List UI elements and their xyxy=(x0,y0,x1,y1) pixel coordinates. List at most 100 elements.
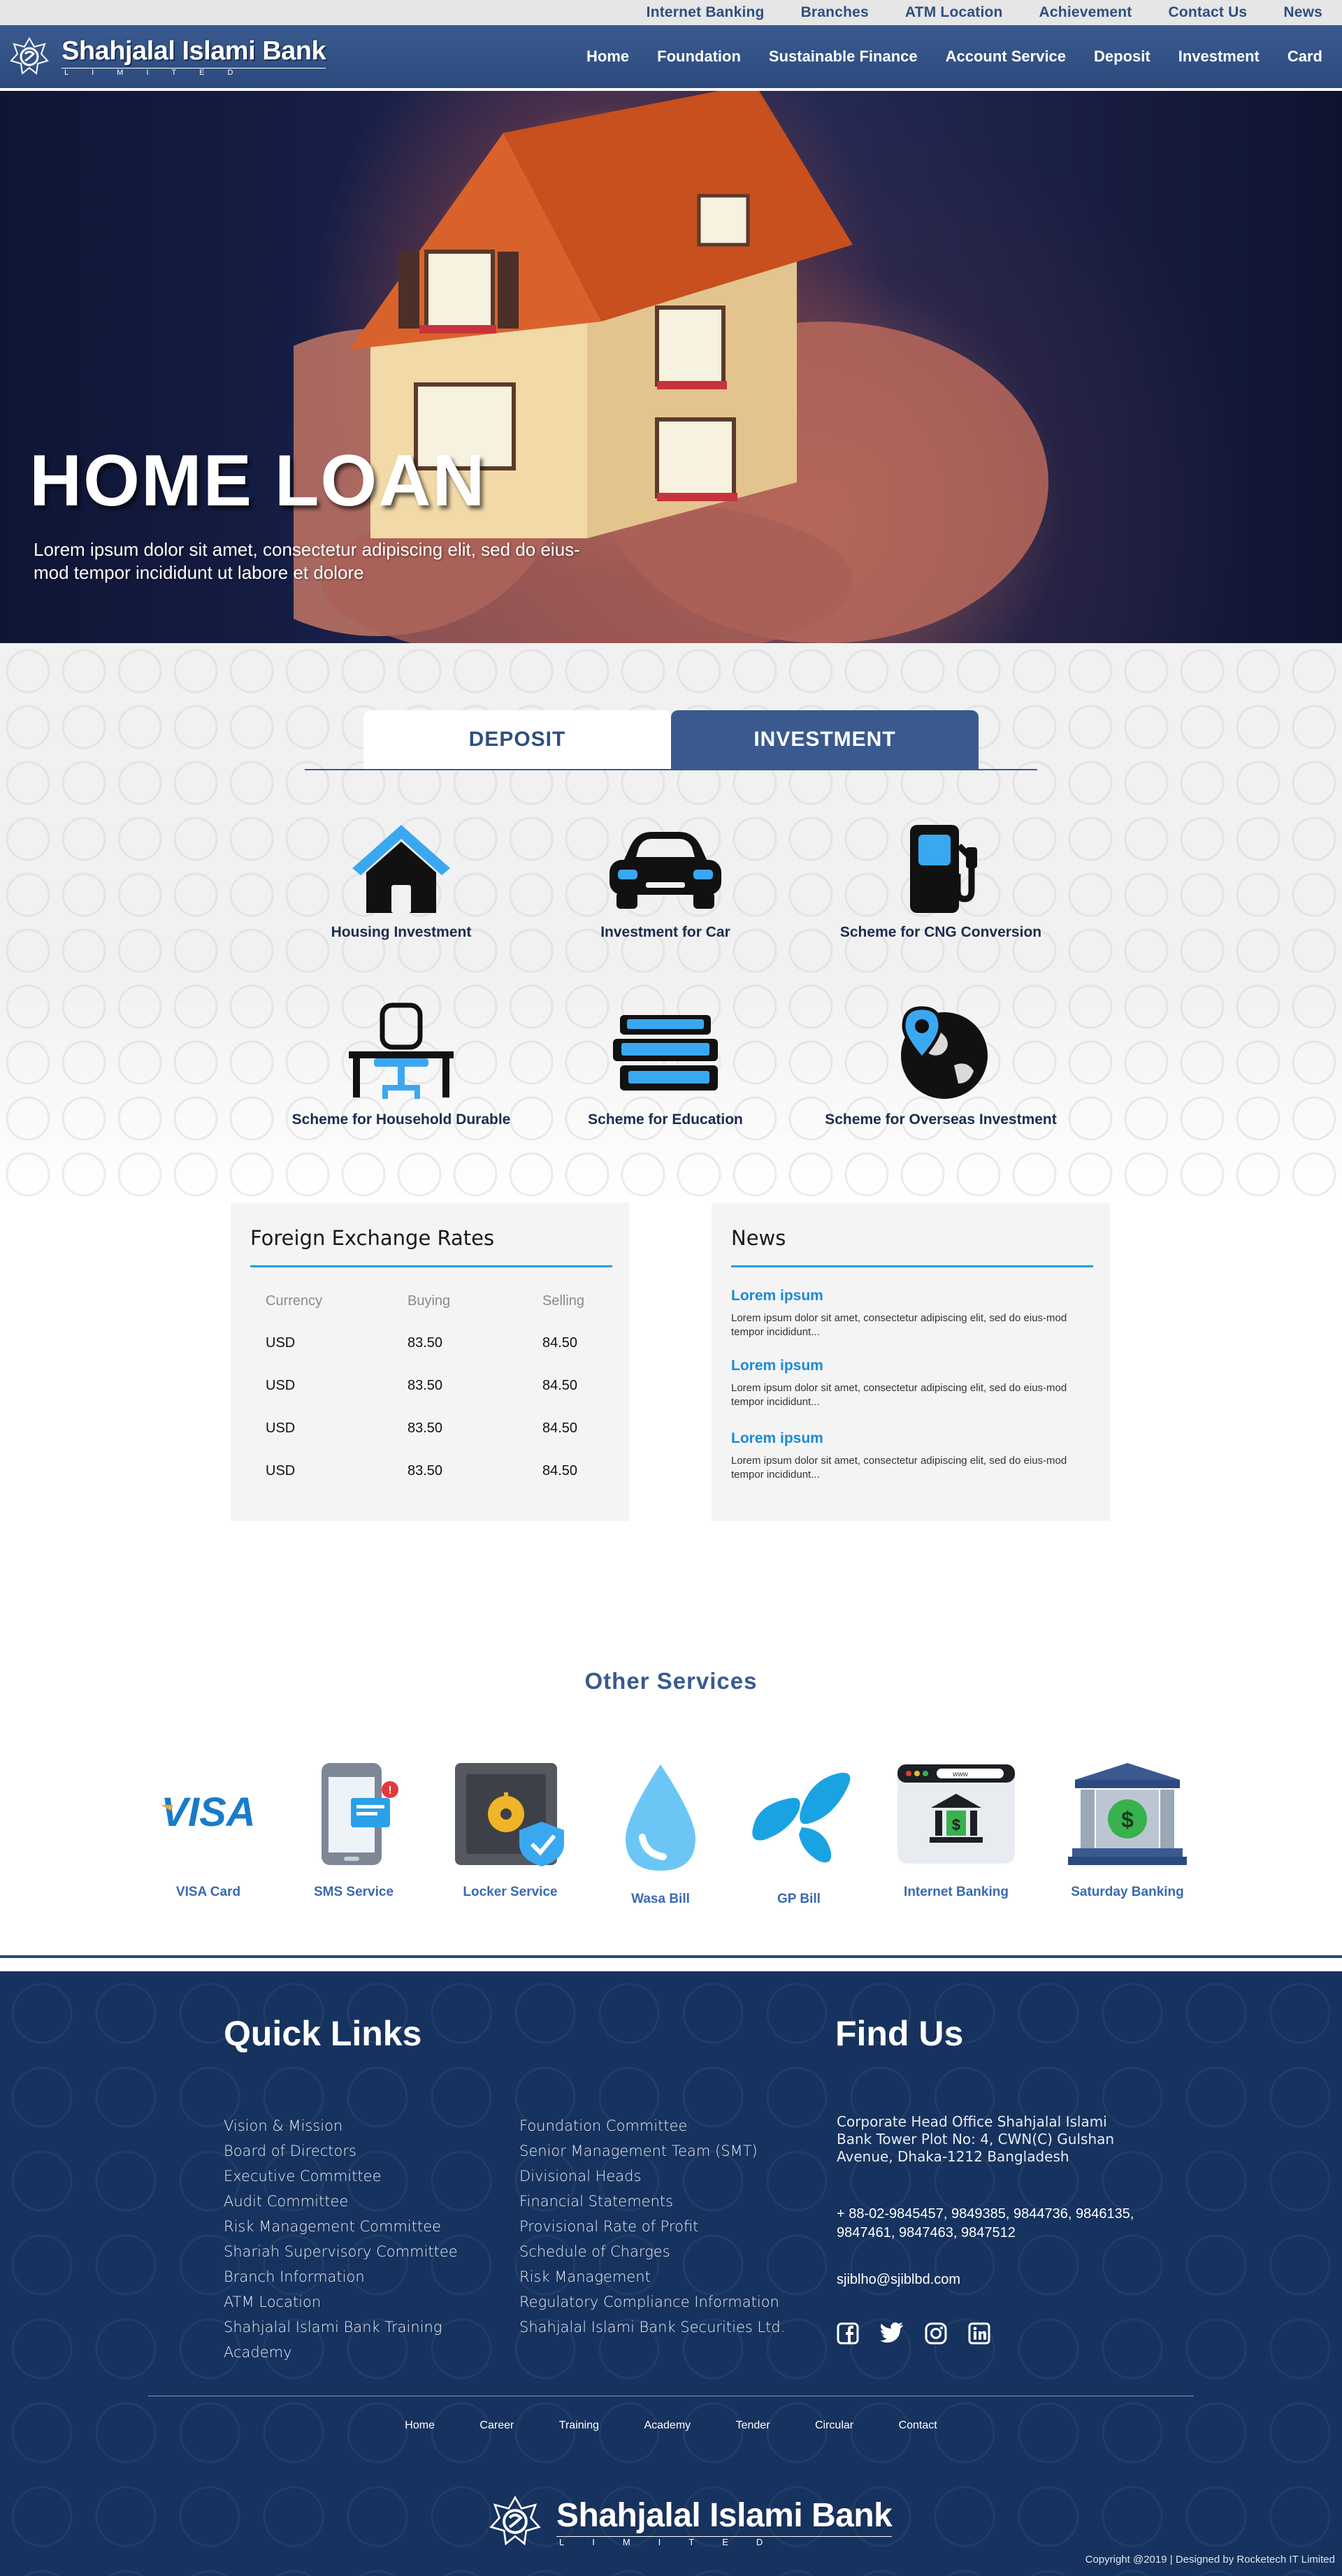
footer-link[interactable]: Senior Management Team (SMT) xyxy=(519,2138,785,2164)
topbar-link-contact-us[interactable]: Contact Us xyxy=(1168,4,1247,21)
rates-col-buying: Buying xyxy=(407,1293,451,1309)
footer-link[interactable]: ATM Location xyxy=(224,2289,458,2315)
investment-item-label: Scheme for Overseas Investment xyxy=(825,1111,1057,1128)
footer-link[interactable]: Foundation Committee xyxy=(519,2113,785,2138)
bank-logo[interactable]: Shahjalal Islami Bank LIMITED xyxy=(10,36,326,77)
safe-icon xyxy=(455,1763,564,1866)
main-header: Shahjalal Islami Bank LIMITED Home Found… xyxy=(0,25,1342,91)
topbar-link-atm-location[interactable]: ATM Location xyxy=(905,4,1003,21)
news-item-body: Lorem ipsum dolor sit amet, consectetur … xyxy=(731,1382,1067,1408)
footer-link[interactable]: Shahjalal Islami Bank Securities Ltd. xyxy=(519,2315,785,2340)
nav-investment[interactable]: Investment xyxy=(1178,48,1260,66)
footer-link[interactable]: Provisional Rate of Profit xyxy=(519,2214,785,2239)
nav-card[interactable]: Card xyxy=(1287,48,1322,66)
footer-link[interactable]: Audit Committee xyxy=(224,2189,458,2214)
rate-selling: 84.50 xyxy=(542,1463,578,1478)
footer-nav-home[interactable]: Home xyxy=(405,2419,435,2431)
investment-item-housing[interactable]: Housing Investment xyxy=(254,818,548,941)
rate-currency: USD xyxy=(266,1335,296,1351)
product-tabs: DEPOSIT INVESTMENT xyxy=(363,710,979,769)
footer-logo[interactable]: Shahjalal Islami Bank LIMITED xyxy=(489,2496,893,2547)
footer-link[interactable]: Regulatory Compliance Information xyxy=(519,2289,785,2315)
footer-nav-career[interactable]: Career xyxy=(479,2419,514,2431)
rate-buying: 83.50 xyxy=(407,1420,443,1436)
section-divider xyxy=(0,1955,1342,1958)
car-icon xyxy=(609,832,721,909)
news-item[interactable]: Lorem ipsum Lorem ipsum dolor sit amet, … xyxy=(731,1430,1095,1481)
nav-account-service[interactable]: Account Service xyxy=(946,48,1066,66)
footer-link[interactable]: Shahjalal Islami Bank Training xyxy=(224,2315,458,2340)
footer-link[interactable]: Shariah Supervisory Committee xyxy=(224,2239,458,2264)
footer-link[interactable]: Risk Management xyxy=(519,2264,785,2289)
bank-logo-icon xyxy=(489,2496,541,2546)
other-services-title: Other Services xyxy=(584,1668,758,1694)
hero-slider: HOME LOAN Lorem ipsum dolor sit amet, co… xyxy=(0,91,1342,643)
phone-sms-icon: ! xyxy=(322,1763,398,1865)
topbar-link-branches[interactable]: Branches xyxy=(801,4,869,21)
footer-link[interactable]: Financial Statements xyxy=(519,2189,785,2214)
service-internet-banking[interactable]: www $ Internet Banking xyxy=(872,1762,1040,1900)
footer-email[interactable]: sjiblho@sjiblbd.com xyxy=(837,2272,960,2288)
service-sms[interactable]: ! SMS Service xyxy=(270,1762,438,1900)
instagram-icon[interactable] xyxy=(925,2322,947,2345)
svg-text:$: $ xyxy=(952,1816,960,1834)
footer-phone[interactable]: + 88-02-9845457, 9849385, 9844736, 98461… xyxy=(837,2205,1137,2243)
footer-link[interactable]: Branch Information xyxy=(224,2264,458,2289)
rates-col-currency: Currency xyxy=(266,1293,323,1309)
news-item-body: Lorem ipsum dolor sit amet, consectetur … xyxy=(731,1312,1067,1338)
quick-links-col-1: Vision & Mission Board of Directors Exec… xyxy=(224,2113,458,2365)
investment-item-overseas[interactable]: Scheme for Overseas Investment xyxy=(794,998,1088,1128)
service-gp-bill[interactable]: GP Bill xyxy=(715,1762,883,1907)
news-item-title[interactable]: Lorem ipsum xyxy=(731,1430,1095,1447)
linkedin-icon[interactable] xyxy=(968,2322,990,2345)
service-visa-card[interactable]: VISA VISA Card xyxy=(124,1762,292,1900)
topbar-link-internet-banking[interactable]: Internet Banking xyxy=(647,4,765,21)
investment-item-cng[interactable]: Scheme for CNG Conversion xyxy=(794,818,1088,941)
investment-item-label: Scheme for Education xyxy=(588,1111,743,1128)
footer-link[interactable]: Divisional Heads xyxy=(519,2164,785,2189)
footer-link[interactable]: Vision & Mission xyxy=(224,2113,458,2138)
main-nav: Home Foundation Sustainable Finance Acco… xyxy=(558,48,1322,66)
news-item-title[interactable]: Lorem ipsum xyxy=(731,1288,1095,1304)
footer-nav-contact[interactable]: Contact xyxy=(899,2419,937,2431)
nav-foundation[interactable]: Foundation xyxy=(657,48,741,66)
footer-nav-circular[interactable]: Circular xyxy=(815,2419,853,2431)
investment-item-education[interactable]: Scheme for Education xyxy=(519,998,812,1128)
exchange-rates-title: Foreign Exchange Rates xyxy=(250,1226,495,1250)
house-icon xyxy=(352,825,450,913)
topbar-link-achievement[interactable]: Achievement xyxy=(1039,4,1132,21)
topbar-link-news[interactable]: News xyxy=(1283,4,1322,21)
footer-address: Corporate Head Office Shahjalal Islami B… xyxy=(837,2113,1115,2165)
nav-home[interactable]: Home xyxy=(586,48,629,66)
investment-item-car[interactable]: Investment for Car xyxy=(519,818,812,941)
tab-deposit[interactable]: DEPOSIT xyxy=(363,710,671,769)
footer-link[interactable]: Schedule of Charges xyxy=(519,2239,785,2264)
news-item[interactable]: Lorem ipsum Lorem ipsum dolor sit amet, … xyxy=(731,1288,1095,1339)
books-icon xyxy=(613,1015,718,1091)
nav-sustainable-finance[interactable]: Sustainable Finance xyxy=(769,48,918,66)
tab-investment[interactable]: INVESTMENT xyxy=(671,710,979,769)
footer-link[interactable]: Executive Committee xyxy=(224,2164,458,2189)
rates-news-section: Foreign Exchange Rates Currency Buying S… xyxy=(0,1202,1342,1643)
visa-icon: VISA xyxy=(161,1790,256,1835)
rate-selling: 84.50 xyxy=(542,1378,578,1393)
footer-link[interactable]: Board of Directors xyxy=(224,2138,458,2164)
footer-link[interactable]: Academy xyxy=(224,2340,458,2365)
facebook-icon[interactable] xyxy=(837,2322,859,2345)
news-item-title[interactable]: Lorem ipsum xyxy=(731,1358,1095,1374)
footer-nav-training[interactable]: Training xyxy=(559,2419,599,2431)
rate-buying: 83.50 xyxy=(407,1378,443,1393)
news-item[interactable]: Lorem ipsum Lorem ipsum dolor sit amet, … xyxy=(731,1358,1095,1409)
footer-logo-sub: LIMITED xyxy=(556,2535,893,2547)
footer-nav-tender[interactable]: Tender xyxy=(736,2419,770,2431)
nav-deposit[interactable]: Deposit xyxy=(1094,48,1150,66)
investment-item-household[interactable]: Scheme for Household Durable xyxy=(254,998,548,1128)
service-saturday-banking[interactable]: $ Saturday Banking xyxy=(1044,1762,1211,1900)
service-locker[interactable]: Locker Service xyxy=(426,1762,594,1900)
footer-link[interactable]: Risk Management Committee xyxy=(224,2214,458,2239)
bank-building-icon: $ xyxy=(1068,1763,1187,1865)
tab-underline xyxy=(305,769,1037,770)
twitter-icon[interactable] xyxy=(880,2322,904,2343)
fuel-pump-icon xyxy=(910,825,977,913)
footer-nav-academy[interactable]: Academy xyxy=(644,2419,691,2431)
